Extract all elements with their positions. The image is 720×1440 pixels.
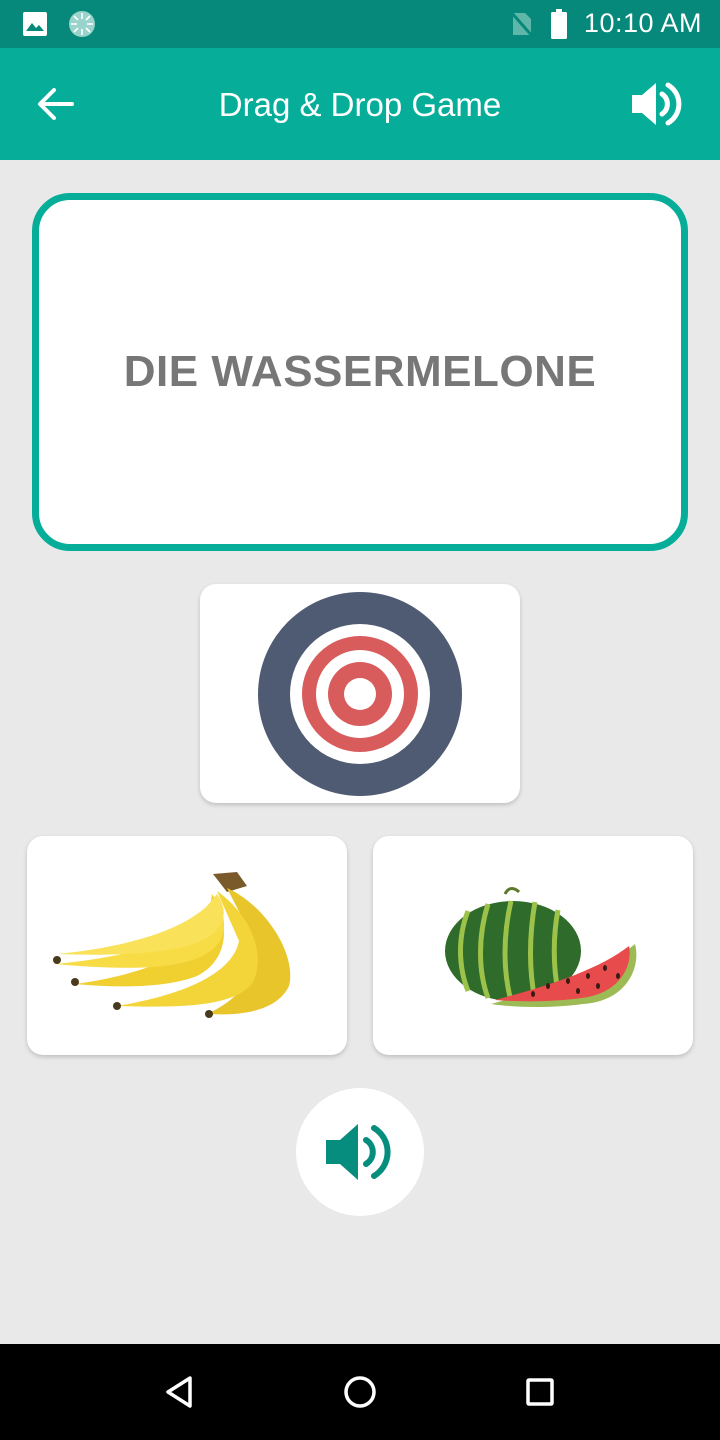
nav-recents-button[interactable] bbox=[520, 1372, 560, 1412]
play-sound-button[interactable] bbox=[296, 1088, 424, 1216]
no-sim-icon bbox=[509, 10, 534, 38]
option-banana-tile[interactable] bbox=[27, 836, 347, 1055]
speaker-icon bbox=[632, 82, 682, 126]
word-label: DIE WASSERMELONE bbox=[123, 347, 597, 396]
battery-icon bbox=[550, 8, 567, 39]
nav-back-button[interactable] bbox=[160, 1372, 200, 1412]
back-triangle-icon bbox=[166, 1376, 192, 1408]
navigation-bar bbox=[0, 1344, 720, 1440]
recents-square-icon bbox=[526, 1378, 554, 1406]
image-icon bbox=[23, 12, 47, 36]
status-bar: 10:10 AM bbox=[0, 0, 720, 48]
watermelon-image bbox=[445, 887, 637, 1007]
speaker-icon bbox=[326, 1124, 391, 1180]
target-icon bbox=[258, 592, 462, 796]
header-speaker-button[interactable] bbox=[630, 78, 684, 130]
page-title: Drag & Drop Game bbox=[218, 86, 502, 123]
nav-home-button[interactable] bbox=[340, 1372, 380, 1412]
status-right-icons: 10:10 AM bbox=[509, 8, 702, 39]
status-left-icons bbox=[22, 10, 96, 38]
spinner-icon bbox=[69, 11, 95, 37]
drop-target-tile[interactable] bbox=[200, 584, 520, 803]
word-card: DIE WASSERMELONE bbox=[32, 193, 688, 551]
option-watermelon-tile[interactable] bbox=[373, 836, 693, 1055]
home-circle-icon bbox=[344, 1376, 376, 1408]
banana-image bbox=[53, 872, 291, 1018]
status-time: 10:10 AM bbox=[583, 8, 702, 38]
app-bar: Drag & Drop Game bbox=[0, 48, 720, 160]
